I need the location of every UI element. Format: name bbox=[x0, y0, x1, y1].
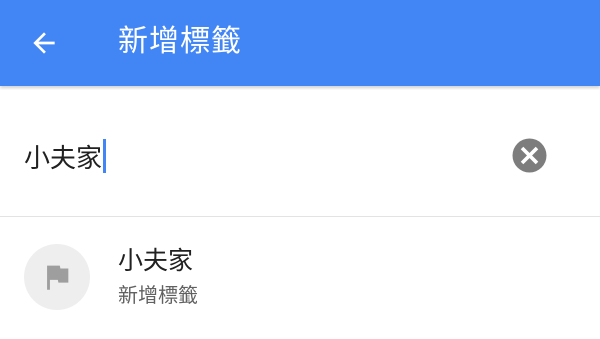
back-button[interactable] bbox=[20, 19, 68, 67]
arrow-back-icon bbox=[33, 32, 55, 54]
create-label-suggestion[interactable]: 小夫家 新增標籤 bbox=[0, 217, 600, 339]
label-name-input[interactable]: 小夫家 bbox=[24, 137, 107, 175]
text-caret bbox=[103, 139, 107, 173]
suggestion-subtitle: 新增標籤 bbox=[118, 283, 198, 307]
label-search-row: 小夫家 bbox=[0, 90, 600, 217]
label-avatar bbox=[24, 244, 90, 310]
clear-circle-icon bbox=[512, 138, 547, 173]
suggestion-title: 小夫家 bbox=[118, 246, 194, 275]
label-name-input-value: 小夫家 bbox=[24, 143, 103, 174]
page-title: 新增標籤 bbox=[118, 24, 242, 59]
flag-icon bbox=[47, 265, 69, 290]
clear-button[interactable] bbox=[512, 138, 547, 173]
app-bar: 新增標籤 bbox=[0, 0, 600, 86]
